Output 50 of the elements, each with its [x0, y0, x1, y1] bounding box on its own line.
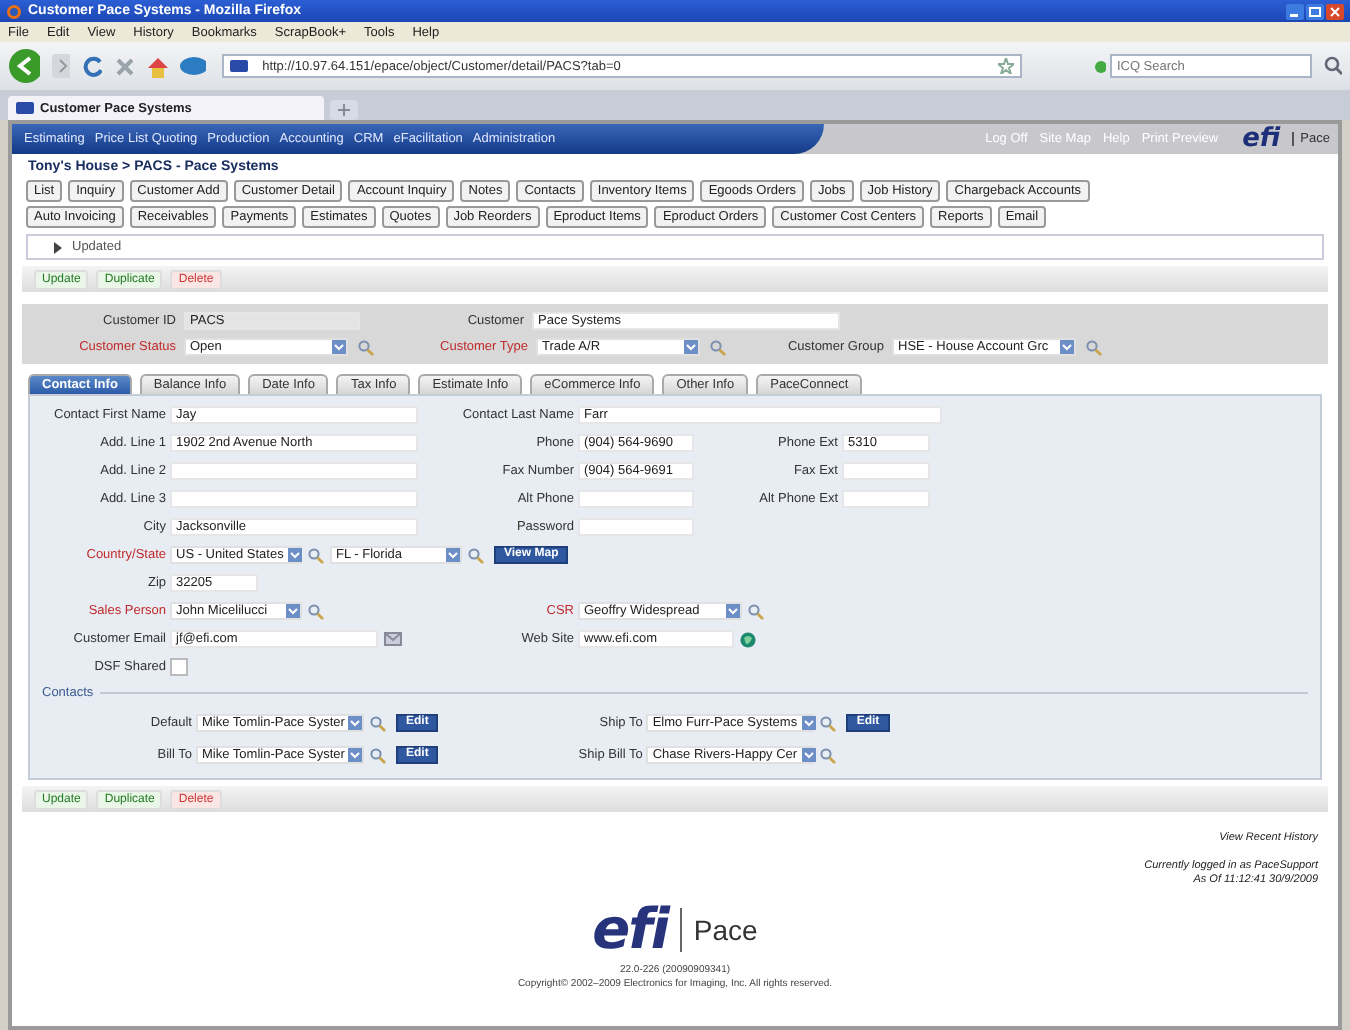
checkbox[interactable] [170, 658, 188, 676]
text-field[interactable] [842, 490, 930, 508]
search-icon[interactable] [748, 603, 764, 619]
expand-icon[interactable] [52, 241, 62, 253]
search-icon[interactable] [820, 715, 837, 731]
new-tab-icon[interactable] [330, 100, 358, 120]
product-name: Pace [679, 907, 758, 951]
dropdown-arrow-icon[interactable] [801, 748, 816, 762]
close-icon[interactable] [1326, 3, 1344, 19]
browser-icon [6, 3, 22, 19]
site-icon [230, 60, 249, 72]
search-icon[interactable] [308, 547, 324, 563]
search-icon[interactable] [1086, 339, 1102, 355]
search-icon[interactable] [358, 339, 374, 355]
forward-icon[interactable] [52, 54, 71, 78]
text-field[interactable] [842, 462, 930, 480]
dropdown-arrow-icon[interactable] [801, 716, 816, 730]
dropdown-arrow-icon[interactable] [348, 748, 363, 762]
dropdown-arrow-icon[interactable] [332, 340, 346, 354]
efi-logo: efi [1242, 124, 1281, 154]
stop-icon[interactable] [114, 55, 135, 77]
site-icon [16, 102, 34, 114]
text-field[interactable] [170, 462, 418, 480]
search-icon[interactable] [308, 603, 324, 619]
dropdown-arrow-icon[interactable] [287, 548, 302, 562]
efi-logo: efi [592, 896, 668, 962]
search-icon[interactable] [370, 747, 386, 763]
home-icon[interactable] [146, 55, 169, 77]
dropdown-arrow-icon[interactable] [286, 604, 300, 618]
search-icon[interactable] [468, 547, 484, 563]
search-icon[interactable] [710, 339, 726, 355]
minimize-icon[interactable] [1286, 3, 1304, 19]
text-field[interactable] [170, 490, 418, 508]
back-icon[interactable] [8, 48, 41, 84]
dropdown-arrow-icon[interactable] [446, 548, 460, 562]
reload-icon[interactable] [82, 55, 103, 77]
dropdown-arrow-icon[interactable] [348, 716, 363, 730]
search-icon[interactable] [1323, 56, 1343, 76]
maximize-icon[interactable] [1306, 3, 1324, 19]
text-field[interactable] [578, 518, 694, 536]
globe-icon[interactable] [740, 631, 756, 647]
envelope-icon[interactable] [384, 632, 402, 646]
search-icon[interactable] [370, 715, 386, 731]
star-icon[interactable] [998, 58, 1015, 74]
dropdown-arrow-icon[interactable] [684, 340, 698, 354]
text-field[interactable] [578, 490, 694, 508]
search-icon[interactable] [820, 747, 837, 763]
dropdown-arrow-icon[interactable] [726, 604, 740, 618]
search-engine-icon[interactable] [1094, 59, 1107, 73]
dropdown-arrow-icon[interactable] [1060, 340, 1074, 354]
